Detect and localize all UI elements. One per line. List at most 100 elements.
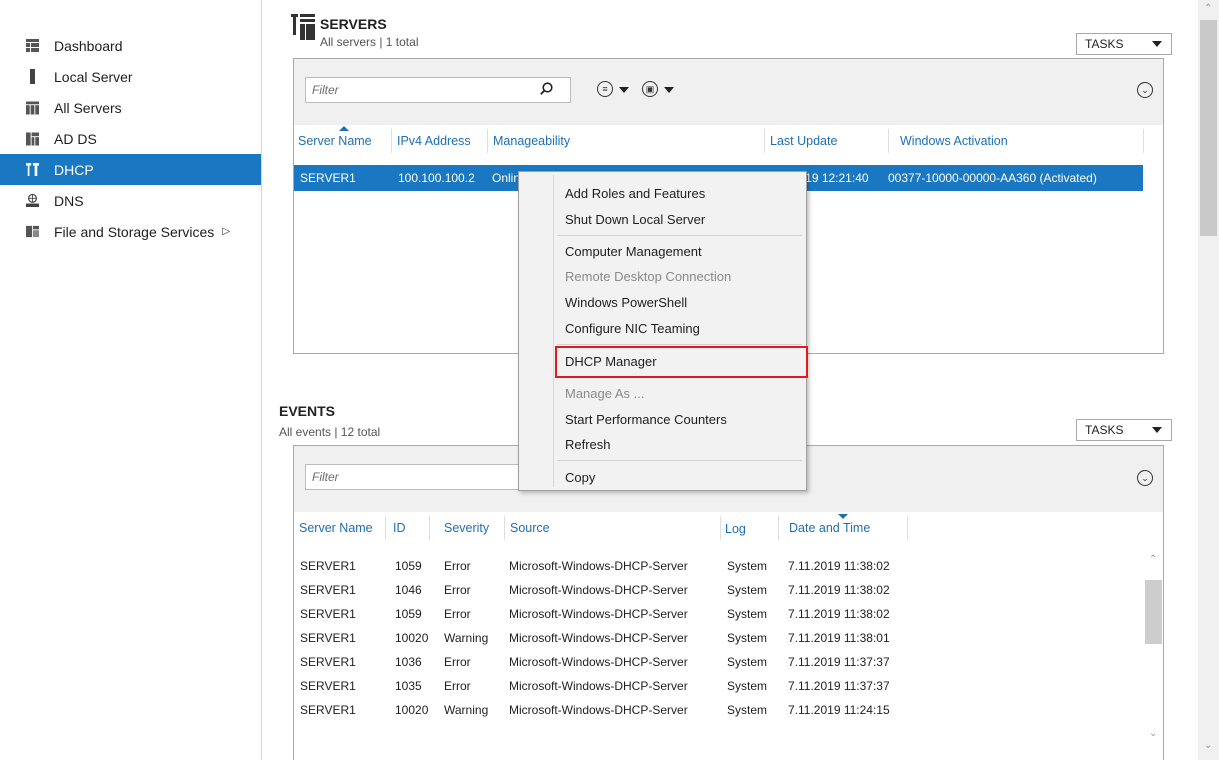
main-content: SERVERS All servers | 1 total TASKS Filt…: [263, 0, 1198, 760]
cell-source: Microsoft-Windows-DHCP-Server: [509, 583, 688, 597]
dns-icon: [26, 193, 39, 207]
sidebar-item-label: File and Storage Services: [54, 223, 215, 240]
context-menu: Add Roles and Features Shut Down Local S…: [518, 171, 808, 491]
sort-desc-icon: [838, 514, 848, 519]
table-row[interactable]: SERVER1 1059 Error Microsoft-Windows-DHCP-S…: [294, 556, 1143, 578]
col-log[interactable]: Log: [725, 522, 746, 536]
col-ipv4-address[interactable]: IPv4 Address: [397, 134, 471, 148]
list-view-icon[interactable]: ≡: [597, 81, 613, 97]
cell-id: 10020: [395, 631, 429, 645]
cell-server-name: SERVER1: [300, 655, 356, 669]
col-last-update[interactable]: Last Update: [770, 134, 837, 148]
col-id[interactable]: ID: [393, 521, 406, 535]
servers-filter-input[interactable]: Filter: [305, 77, 571, 103]
events-scrollbar[interactable]: ⌃ ⌄: [1145, 552, 1162, 748]
table-row[interactable]: SERVER1 10020 Warning Microsoft-Windows-DHC…: [294, 700, 1143, 722]
servers-tasks-button[interactable]: TASKS: [1076, 33, 1172, 55]
menu-item-windows-powershell[interactable]: Windows PowerShell: [565, 295, 687, 310]
cell-server-name: SERVER1: [300, 583, 356, 597]
cell-id: 1059: [395, 559, 422, 573]
sort-asc-icon: [339, 126, 349, 131]
cell-log: System: [727, 583, 768, 597]
table-row[interactable]: SERVER1 1046 Error Microsoft-Windows-DHCP-S…: [294, 580, 1143, 602]
scrollbar-thumb[interactable]: [1145, 580, 1162, 644]
file-storage-icon: [26, 225, 39, 238]
cell-date-and-time: 7.11.2019 11:38:02: [788, 583, 890, 597]
col-date-and-time[interactable]: Date and Time: [789, 521, 870, 535]
col-server-name[interactable]: Server Name: [298, 134, 372, 148]
scroll-up-icon[interactable]: ⌃: [1149, 554, 1157, 565]
sidebar-item-dns[interactable]: DNS: [0, 185, 261, 216]
scroll-down-icon[interactable]: ⌄: [1204, 740, 1212, 751]
scrollbar-thumb[interactable]: [1200, 20, 1217, 236]
menu-item-copy[interactable]: Copy: [565, 470, 595, 485]
col-source[interactable]: Source: [510, 521, 550, 535]
cell-log: System: [727, 631, 768, 645]
submenu-arrow-icon[interactable]: ▷: [222, 226, 230, 237]
cell-server-name: SERVER1: [300, 607, 356, 621]
cell-source: Microsoft-Windows-DHCP-Server: [509, 631, 688, 645]
col-windows-activation[interactable]: Windows Activation: [900, 134, 1008, 148]
col-severity[interactable]: Severity: [444, 521, 489, 535]
sidebar-item-all-servers[interactable]: All Servers: [0, 92, 261, 123]
chevron-down-icon: [1152, 41, 1162, 47]
sidebar-item-dhcp[interactable]: DHCP: [0, 154, 261, 185]
servers-table-header: Server Name IPv4 Address Manageability L…: [294, 125, 1163, 159]
scroll-down-icon[interactable]: ⌄: [1149, 728, 1157, 739]
tasks-label: TASKS: [1085, 423, 1124, 437]
sidebar-item-local-server[interactable]: Local Server: [0, 61, 261, 92]
chevron-down-icon[interactable]: [664, 87, 674, 93]
col-server-name[interactable]: Server Name: [299, 521, 373, 535]
sidebar-item-dashboard[interactable]: Dashboard: [0, 30, 261, 61]
highlight-box: [555, 346, 808, 378]
cell-log: System: [727, 607, 768, 621]
events-title: EVENTS: [279, 403, 336, 419]
sidebar-item-label: DHCP: [54, 161, 94, 178]
dashboard-icon: [26, 39, 39, 52]
cell-severity: Error: [444, 583, 471, 597]
menu-item-add-roles-and-features[interactable]: Add Roles and Features: [565, 186, 705, 201]
cell-server-name: SERVER1: [300, 559, 356, 573]
save-query-icon[interactable]: ▣: [642, 81, 658, 97]
main-scrollbar[interactable]: ⌃ ⌄: [1198, 0, 1219, 760]
scroll-up-icon[interactable]: ⌃: [1204, 3, 1212, 14]
events-table-header: Server Name ID Severity Source Log Date …: [294, 512, 1163, 546]
cell-log: System: [727, 679, 768, 693]
events-tasks-button[interactable]: TASKS: [1076, 419, 1172, 441]
col-manageability[interactable]: Manageability: [493, 134, 570, 148]
sidebar-item-label: DNS: [54, 192, 84, 209]
menu-item-remote-desktop-connection: Remote Desktop Connection: [565, 269, 732, 284]
cell-id: 1036: [395, 655, 422, 669]
dhcp-icon: [26, 163, 39, 176]
cell-windows-activation: 00377-10000-00000-AA360 (Activated): [888, 171, 1097, 185]
servers-tile-icon: [291, 14, 315, 53]
sidebar-item-ad-ds[interactable]: AD DS: [0, 123, 261, 154]
menu-item-computer-management[interactable]: Computer Management: [565, 244, 702, 259]
table-row[interactable]: SERVER1 1035 Error Microsoft-Windows-DHCP-S…: [294, 676, 1143, 698]
expand-icon[interactable]: ⌄: [1137, 82, 1153, 98]
table-row[interactable]: SERVER1 1059 Error Microsoft-Windows-DHCP-S…: [294, 604, 1143, 626]
expand-icon[interactable]: ⌄: [1137, 470, 1153, 486]
menu-item-shut-down-local-server[interactable]: Shut Down Local Server: [565, 212, 705, 227]
table-row[interactable]: SERVER1 1036 Error Microsoft-Windows-DHCP-S…: [294, 652, 1143, 674]
cell-date-and-time: 7.11.2019 11:24:15: [788, 703, 890, 717]
servers-filter-bar: Filter ≡ ▣ ⌄: [294, 59, 1163, 125]
cell-id: 1035: [395, 679, 422, 693]
cell-severity: Error: [444, 607, 471, 621]
menu-item-configure-nic-teaming[interactable]: Configure NIC Teaming: [565, 321, 700, 336]
cell-id: 1046: [395, 583, 422, 597]
search-icon[interactable]: [540, 82, 553, 98]
chevron-down-icon[interactable]: [619, 87, 629, 93]
cell-source: Microsoft-Windows-DHCP-Server: [509, 607, 688, 621]
sidebar-item-label: AD DS: [54, 130, 97, 147]
cell-server-name: SERVER1: [300, 631, 356, 645]
sidebar-item-file-and-storage[interactable]: File and Storage Services ▷: [0, 216, 261, 247]
menu-item-start-performance-counters[interactable]: Start Performance Counters: [565, 412, 727, 427]
cell-date-and-time: 7.11.2019 11:37:37: [788, 679, 890, 693]
events-subtitle: All events | 12 total: [279, 425, 381, 439]
events-panel: Filter ⌄ Server Name ID Severity Source …: [293, 445, 1164, 760]
menu-item-refresh[interactable]: Refresh: [565, 437, 611, 452]
cell-severity: Error: [444, 679, 471, 693]
cell-ipv4: 100.100.100.2: [398, 171, 475, 185]
table-row[interactable]: SERVER1 10020 Warning Microsoft-Windows-DHC…: [294, 628, 1143, 650]
